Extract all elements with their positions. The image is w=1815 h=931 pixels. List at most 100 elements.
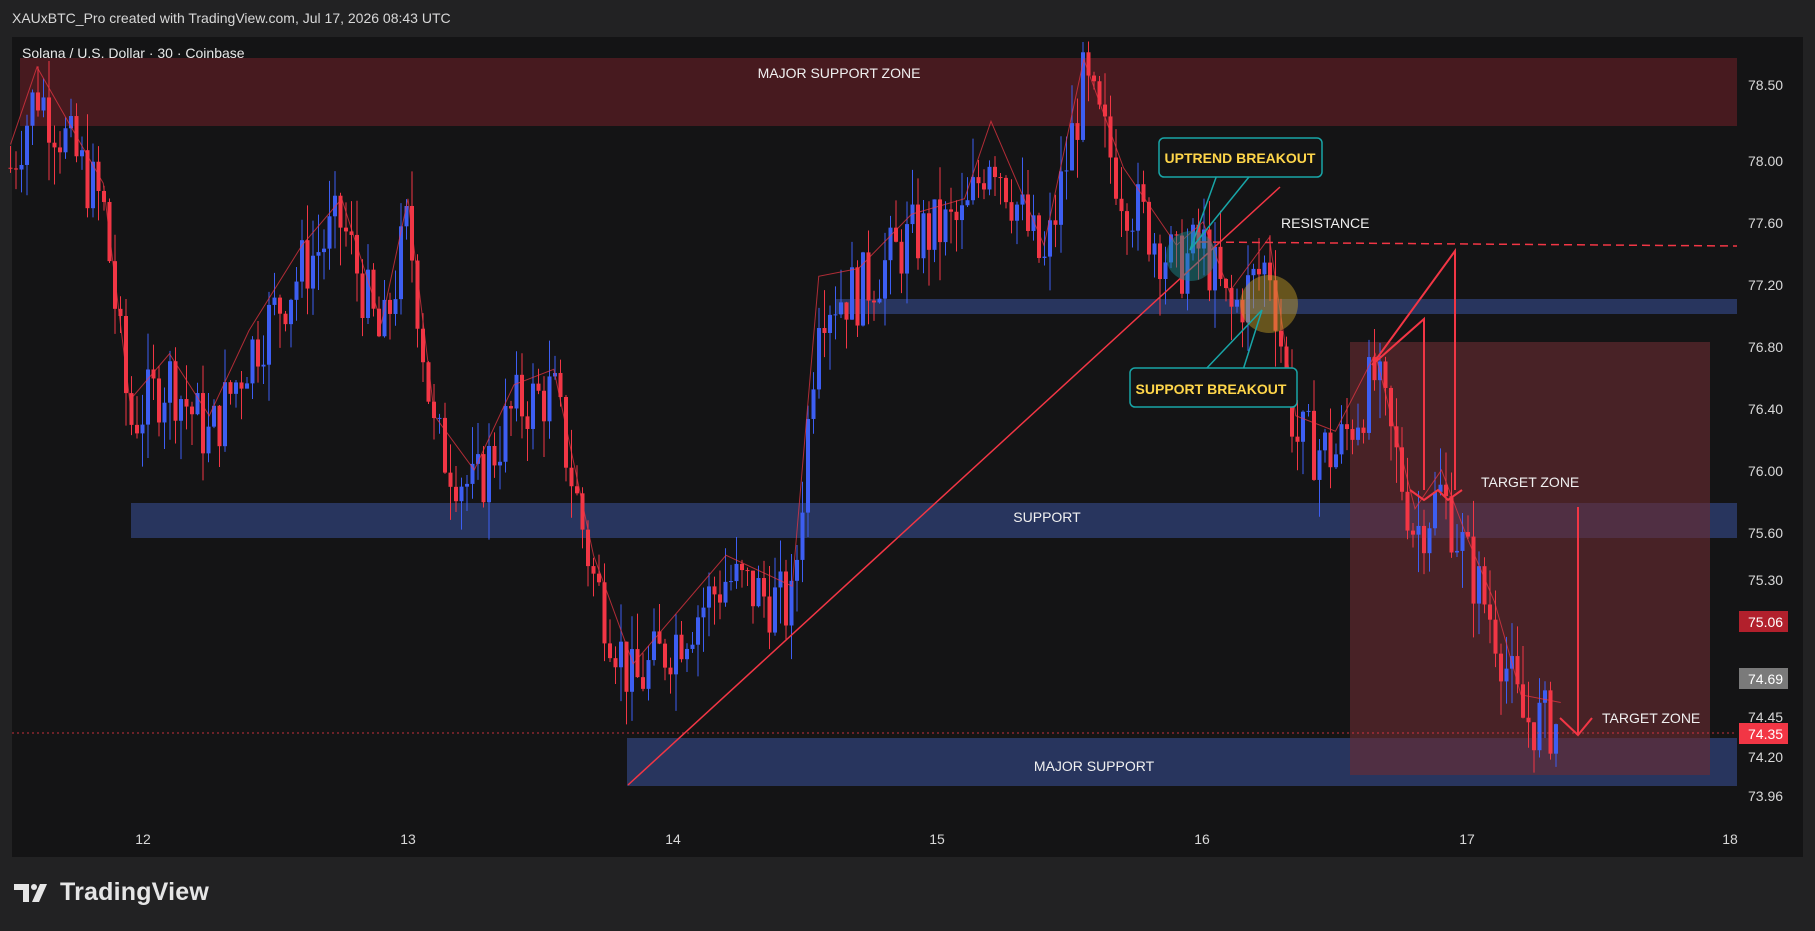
date-label: 16	[1194, 831, 1210, 847]
candle-body	[239, 382, 244, 389]
candle-body	[316, 252, 321, 256]
candle-body	[641, 677, 645, 689]
candle-body	[223, 382, 227, 447]
candle-body	[982, 183, 986, 190]
price-tick: 75.60	[1748, 525, 1783, 541]
candle-body	[949, 209, 953, 212]
candle-body	[663, 643, 667, 668]
candle-body	[652, 631, 656, 661]
candle-body	[1427, 528, 1432, 554]
candle-body	[1092, 75, 1096, 82]
candle-body	[1295, 436, 1300, 442]
candle-body	[674, 634, 678, 675]
price-tick: 76.00	[1748, 463, 1783, 479]
candle-body	[278, 297, 282, 314]
candle-body	[1015, 204, 1019, 221]
resistance-line	[1199, 241, 1738, 247]
price-tick: 75.30	[1748, 572, 1783, 588]
date-label: 17	[1459, 831, 1475, 847]
uptrend-breakout-marker	[1166, 231, 1216, 281]
candle-body	[1317, 450, 1322, 480]
candle-body	[1532, 722, 1536, 751]
candle-body	[608, 643, 612, 659]
candle-body	[514, 374, 519, 409]
tradingview-logo-icon	[14, 883, 47, 902]
candle-body	[646, 660, 651, 689]
candle-body	[80, 150, 84, 157]
candle-body	[971, 177, 975, 201]
candle-body	[729, 581, 733, 583]
candle-body	[1356, 427, 1360, 440]
candle-body	[443, 417, 447, 473]
candle-body	[267, 304, 271, 365]
candle-body	[228, 382, 233, 394]
candle-body	[190, 406, 194, 415]
symbol-title[interactable]: Solana / U.S. Dollar · 30 · Coinbase	[22, 45, 245, 61]
candle-body	[58, 147, 62, 153]
candle-body	[1042, 256, 1047, 258]
candle-body	[575, 486, 579, 494]
support-breakout-label: SUPPORT BREAKOUT	[1136, 381, 1287, 397]
candle-body	[157, 378, 161, 423]
candle-body	[162, 402, 167, 423]
candle-body	[234, 382, 238, 394]
candle-body	[1361, 427, 1366, 433]
candle-body	[701, 607, 706, 618]
target-zone-label-2: TARGET ZONE	[1602, 710, 1700, 726]
price-tick: 76.80	[1748, 339, 1783, 355]
candle-body	[635, 649, 640, 678]
price-axis[interactable]: 78.50 78.00 77.60 77.20 76.80 76.40 76.0…	[1748, 77, 1783, 804]
candle-body	[1064, 170, 1069, 172]
candle-body	[344, 227, 348, 232]
price-tick: 77.60	[1748, 215, 1783, 231]
candle-body	[1554, 724, 1558, 754]
candle-body	[960, 205, 964, 221]
candle-body	[1526, 717, 1531, 723]
candle-body	[1323, 432, 1327, 451]
candle-body	[465, 483, 469, 487]
candle-body	[179, 399, 183, 421]
time-axis[interactable]: 12 13 14 15 16 17 18	[135, 831, 1738, 847]
candle-body	[1114, 157, 1118, 199]
date-label: 14	[665, 831, 681, 847]
target-zone-label-1: TARGET ZONE	[1481, 474, 1579, 490]
candle-body	[833, 314, 838, 316]
candle-body	[1075, 123, 1080, 140]
resistance-label: RESISTANCE	[1281, 215, 1369, 231]
candle-body	[52, 142, 57, 148]
candle-body	[1125, 211, 1129, 231]
candle-body	[96, 161, 101, 191]
candle-body	[899, 241, 904, 274]
candle-body	[954, 211, 959, 221]
candle-body	[1026, 194, 1030, 231]
candle-body	[987, 166, 992, 190]
price-tick: 74.45	[1748, 709, 1783, 725]
candle-body	[1416, 525, 1421, 535]
candle-body	[1163, 262, 1168, 280]
candle-body	[1218, 246, 1223, 279]
candle-body	[1488, 604, 1492, 620]
candle-body	[679, 634, 684, 660]
candle-body	[767, 596, 772, 633]
candle-body	[1345, 424, 1349, 430]
price-tick: 77.20	[1748, 277, 1783, 293]
candle-body	[1235, 299, 1239, 307]
date-label: 12	[135, 831, 151, 847]
tradingview-logo[interactable]: TradingView	[14, 878, 209, 907]
candle-body	[393, 299, 398, 314]
candle-body	[712, 586, 717, 595]
candle-body	[547, 376, 552, 422]
candle-body	[569, 467, 574, 487]
candle-body	[1411, 530, 1415, 535]
date-label: 18	[1722, 831, 1738, 847]
candle-body	[817, 328, 821, 390]
candle-body	[195, 393, 200, 415]
candle-body	[250, 339, 255, 384]
candle-body	[1279, 330, 1283, 347]
price-tick: 78.50	[1748, 77, 1783, 93]
candle-body	[850, 267, 854, 320]
candle-body	[1350, 429, 1355, 440]
major-support-label: MAJOR SUPPORT	[1034, 758, 1155, 774]
price-chart[interactable]: UPTREND BREAKOUT SUPPORT BREAKOUT MAJOR …	[0, 0, 1815, 931]
candle-body	[140, 424, 145, 434]
